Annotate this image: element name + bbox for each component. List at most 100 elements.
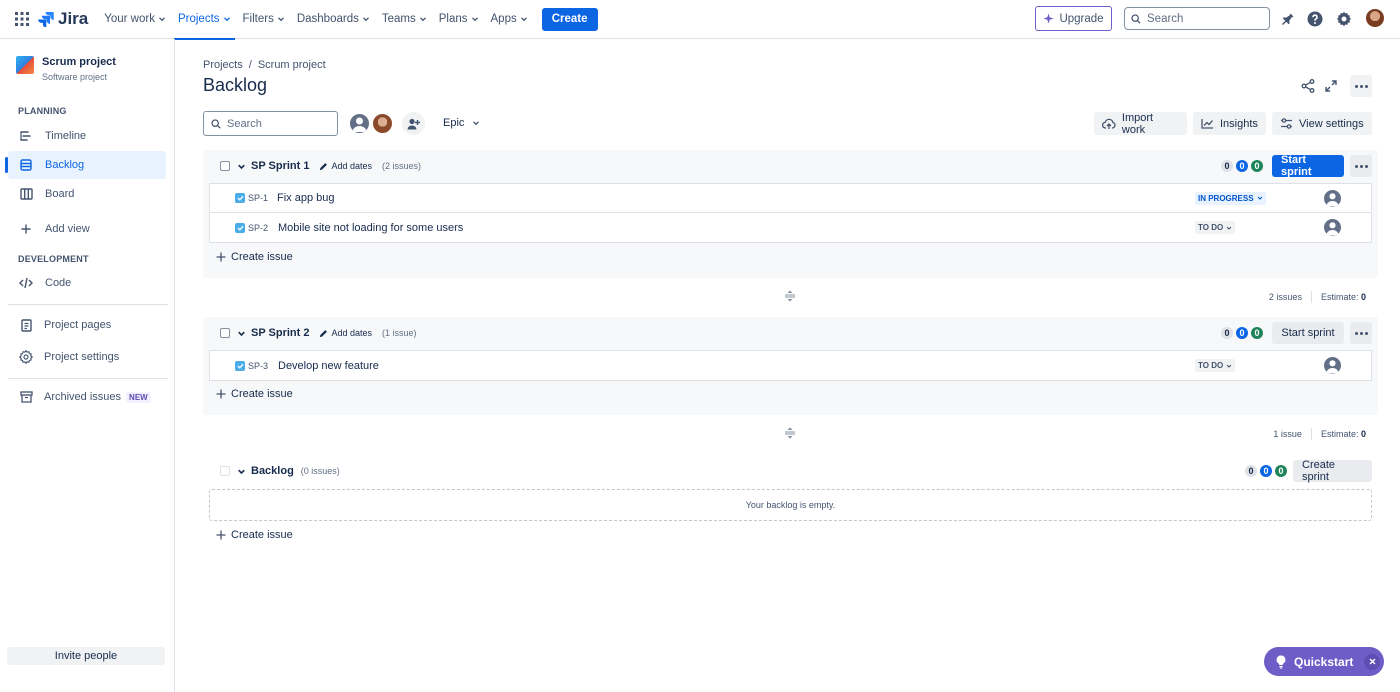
estimate-value: 0 <box>1360 429 1366 439</box>
nav-projects[interactable]: Projects <box>172 0 237 40</box>
sidebar-item-backlog[interactable]: Backlog <box>5 151 166 179</box>
chevron-down-icon[interactable] <box>237 467 246 476</box>
status-dropdown[interactable]: TO DO <box>1195 221 1236 234</box>
status-dropdown[interactable]: IN PROGRESS <box>1195 191 1266 205</box>
sidebar-item-project-settings[interactable]: Project settings <box>8 343 166 371</box>
nav-label: Filters <box>242 13 274 25</box>
issue-key[interactable]: SP-1 <box>248 193 268 203</box>
nav-dashboards[interactable]: Dashboards <box>291 0 376 39</box>
sidebar: Scrum project Software project PLANNING … <box>0 39 175 692</box>
sprint-more-button[interactable] <box>1350 322 1372 344</box>
sprint-name[interactable]: SP Sprint 1 <box>251 160 309 172</box>
sidebar-item-label: Backlog <box>45 159 85 171</box>
start-sprint-button[interactable]: Start sprint <box>1272 154 1344 178</box>
create-issue-button[interactable]: Create issue <box>216 388 293 400</box>
sprint-select-checkbox[interactable] <box>220 328 230 338</box>
epic-filter-dropdown[interactable]: Epic <box>443 117 480 129</box>
app-switcher-icon[interactable] <box>10 7 34 31</box>
issue-summary[interactable]: Mobile site not loading for some users <box>278 222 463 234</box>
more-icon <box>1354 84 1368 88</box>
settings-gear-icon[interactable] <box>1334 9 1354 29</box>
insights-button[interactable]: Insights <box>1193 112 1266 135</box>
issue-row[interactable]: SP-1 Fix app bug IN PROGRESS <box>210 184 1371 213</box>
global-search-input[interactable]: Search <box>1124 7 1270 30</box>
fullscreen-icon[interactable] <box>1321 76 1341 96</box>
jira-logo[interactable]: Jira <box>38 9 88 29</box>
breadcrumb-scrum-project[interactable]: Scrum project <box>258 59 326 71</box>
epic-label: Epic <box>443 117 465 129</box>
assignee-avatar[interactable] <box>1324 219 1341 236</box>
nav-filters[interactable]: Filters <box>237 0 291 39</box>
sidebar-item-archived-issues[interactable]: Archived issues NEW <box>8 383 166 411</box>
sprint-name[interactable]: SP Sprint 2 <box>251 327 309 339</box>
more-icon <box>1354 164 1368 168</box>
backlog-search-input[interactable]: Search <box>203 111 338 136</box>
todo-points-badge: 0 <box>1221 327 1233 339</box>
upgrade-label: Upgrade <box>1059 12 1104 25</box>
share-icon[interactable] <box>1298 76 1318 96</box>
quickstart-button[interactable]: Quickstart <box>1264 647 1384 676</box>
project-header[interactable]: Scrum project Software project <box>16 56 116 82</box>
sidebar-item-timeline[interactable]: Timeline <box>8 122 166 150</box>
sprint-more-button[interactable] <box>1350 155 1372 177</box>
sprint-select-checkbox[interactable] <box>220 161 230 171</box>
assignee-avatar[interactable] <box>1324 189 1341 207</box>
drag-handle-icon[interactable] <box>784 427 796 439</box>
sidebar-item-project-pages[interactable]: Project pages <box>8 311 166 339</box>
backlog-icon <box>19 158 33 172</box>
issue-summary[interactable]: Fix app bug <box>277 192 334 204</box>
user-avatar[interactable] <box>1366 9 1384 27</box>
create-issue-button[interactable]: Create issue <box>216 529 293 541</box>
sprint-footer: 1 issue Estimate: 0 <box>1273 428 1366 440</box>
issue-row[interactable]: SP-2 Mobile site not loading for some us… <box>210 213 1371 242</box>
footer-separator <box>1310 428 1312 440</box>
sprint-header: SP Sprint 2 Add dates (1 issue) 0 0 0 St… <box>203 317 1378 349</box>
more-icon <box>1354 331 1368 335</box>
view-settings-button[interactable]: View settings <box>1272 112 1372 135</box>
breadcrumb-projects[interactable]: Projects <box>203 59 243 71</box>
sidebar-item-add-view[interactable]: Add view <box>8 215 166 243</box>
assignee-avatar[interactable] <box>1324 357 1341 374</box>
add-dates-button[interactable]: Add dates <box>319 328 372 338</box>
nav-plans[interactable]: Plans <box>433 0 485 39</box>
notifications-icon[interactable] <box>1278 9 1298 29</box>
backlog-select-checkbox[interactable] <box>220 466 230 476</box>
sidebar-item-board[interactable]: Board <box>8 180 166 208</box>
issue-key[interactable]: SP-2 <box>248 223 268 233</box>
add-people-button[interactable] <box>402 112 425 135</box>
nav-label: Your work <box>104 13 155 25</box>
issue-key[interactable]: SP-3 <box>248 361 268 371</box>
create-issue-button[interactable]: Create issue <box>216 251 293 263</box>
chevron-down-icon[interactable] <box>237 329 246 338</box>
more-actions-button[interactable] <box>1350 75 1372 97</box>
add-dates-label: Add dates <box>331 328 373 338</box>
help-icon[interactable] <box>1305 9 1325 29</box>
unassigned-avatar-filter[interactable] <box>348 112 371 135</box>
issue-row[interactable]: SP-3 Develop new feature TO DO <box>210 351 1371 380</box>
import-work-button[interactable]: Import work <box>1094 112 1187 136</box>
close-icon[interactable] <box>1364 653 1381 670</box>
upgrade-button[interactable]: Upgrade <box>1035 6 1112 31</box>
nav-apps[interactable]: Apps <box>485 0 534 39</box>
chevron-down-icon[interactable] <box>237 162 246 171</box>
create-sprint-button[interactable]: Create sprint <box>1293 459 1372 483</box>
top-navigation: Jira Your work Projects Filters Dashboar… <box>0 0 1400 40</box>
drag-handle-icon[interactable] <box>784 290 796 302</box>
nav-label: Teams <box>381 13 416 25</box>
issue-summary[interactable]: Develop new feature <box>278 360 379 372</box>
nav-your-work[interactable]: Your work <box>98 0 172 39</box>
start-sprint-button[interactable]: Start sprint <box>1272 322 1344 344</box>
create-issue-label: Create issue <box>231 529 293 541</box>
page-icon <box>19 318 33 332</box>
backlog-name[interactable]: Backlog <box>251 465 294 477</box>
create-button[interactable]: Create <box>541 7 598 31</box>
sidebar-item-code[interactable]: Code <box>8 269 166 297</box>
sprint-footer: 2 issues Estimate: 0 <box>1269 291 1366 303</box>
nav-teams[interactable]: Teams <box>376 0 433 39</box>
add-dates-button[interactable]: Add dates <box>319 161 372 171</box>
person-icon <box>1326 192 1339 206</box>
user-avatar-filter[interactable] <box>371 112 394 135</box>
status-dropdown[interactable]: TO DO <box>1195 359 1236 372</box>
invite-people-button[interactable]: Invite people <box>7 647 165 665</box>
chevron-down-icon <box>419 17 426 22</box>
